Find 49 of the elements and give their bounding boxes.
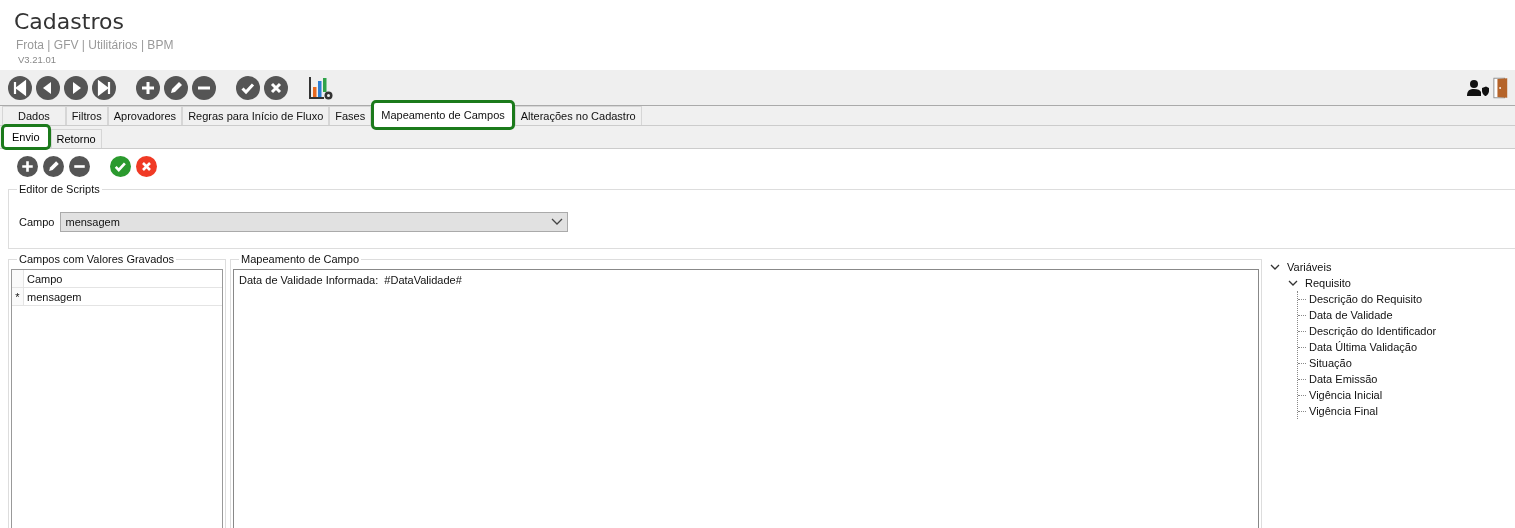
tree-item[interactable]: Descrição do Identificador bbox=[1306, 325, 1437, 337]
remove-button[interactable] bbox=[69, 156, 90, 177]
panel-legend: Mapeamento de Campo bbox=[239, 252, 361, 266]
row-marker: * bbox=[12, 288, 24, 305]
remove-button[interactable] bbox=[192, 75, 216, 100]
tab[interactable]: Mapeamento de Campos bbox=[371, 100, 515, 130]
tree-item[interactable]: Vigência Inicial bbox=[1306, 389, 1383, 401]
edit-button[interactable] bbox=[43, 156, 64, 177]
edit-button[interactable] bbox=[164, 75, 188, 100]
breadcrumb: Frota | GFV | Utilitários | BPM bbox=[15, 37, 175, 54]
chart-settings-icon[interactable] bbox=[308, 74, 334, 101]
tree-item[interactable]: Situação bbox=[1306, 357, 1352, 369]
tree-node[interactable]: Variáveis bbox=[1284, 261, 1332, 273]
tree-item[interactable]: Data Emissão bbox=[1306, 373, 1378, 385]
campo-dropdown[interactable]: mensagem bbox=[60, 212, 569, 232]
tab[interactable]: Fases bbox=[329, 106, 372, 125]
first-record-button[interactable] bbox=[8, 75, 32, 100]
cancel-button[interactable] bbox=[136, 156, 157, 177]
table-cell-text: mensagem bbox=[26, 290, 82, 303]
tab[interactable]: Envio bbox=[1, 124, 51, 150]
tree-node[interactable]: Requisito bbox=[1302, 277, 1351, 289]
panel-legend: Campos com Valores Gravados bbox=[17, 252, 177, 266]
tab[interactable]: Dados bbox=[2, 106, 66, 125]
tree-item[interactable]: Data Última Validação bbox=[1306, 341, 1417, 353]
caret-icon bbox=[551, 218, 564, 226]
confirm-button[interactable] bbox=[236, 75, 260, 100]
last-record-button[interactable] bbox=[92, 75, 116, 100]
panel-legend: Editor de Scripts bbox=[17, 182, 102, 196]
tree-item[interactable]: Descrição do Requisito bbox=[1306, 293, 1423, 305]
field-label: Campo bbox=[19, 216, 55, 228]
exit-door-icon[interactable] bbox=[1493, 76, 1509, 99]
tab[interactable]: Regras para Início de Fluxo bbox=[182, 106, 330, 125]
add-button[interactable] bbox=[136, 75, 160, 100]
tree-item[interactable]: Data de Validade bbox=[1306, 309, 1393, 321]
cancel-button[interactable] bbox=[264, 75, 288, 100]
next-button[interactable] bbox=[64, 75, 88, 100]
version-label: V3.21.01 bbox=[17, 54, 58, 66]
tree-item[interactable]: Vigência Final bbox=[1306, 405, 1378, 417]
tab[interactable]: Filtros bbox=[65, 106, 108, 125]
column-header: Campo bbox=[26, 272, 63, 285]
user-shield-icon[interactable] bbox=[1467, 78, 1489, 97]
tab[interactable]: Retorno bbox=[50, 129, 102, 148]
mapping-text-area[interactable]: Data de Validade Informada: #DataValidade# bbox=[233, 269, 1259, 528]
previous-button[interactable] bbox=[36, 75, 60, 100]
add-button[interactable] bbox=[17, 156, 38, 177]
save-button[interactable] bbox=[110, 156, 131, 177]
page-title: Cadastros bbox=[14, 8, 125, 36]
tab[interactable]: Alterações no Cadastro bbox=[514, 106, 642, 125]
tab[interactable]: Aprovadores bbox=[107, 106, 183, 125]
